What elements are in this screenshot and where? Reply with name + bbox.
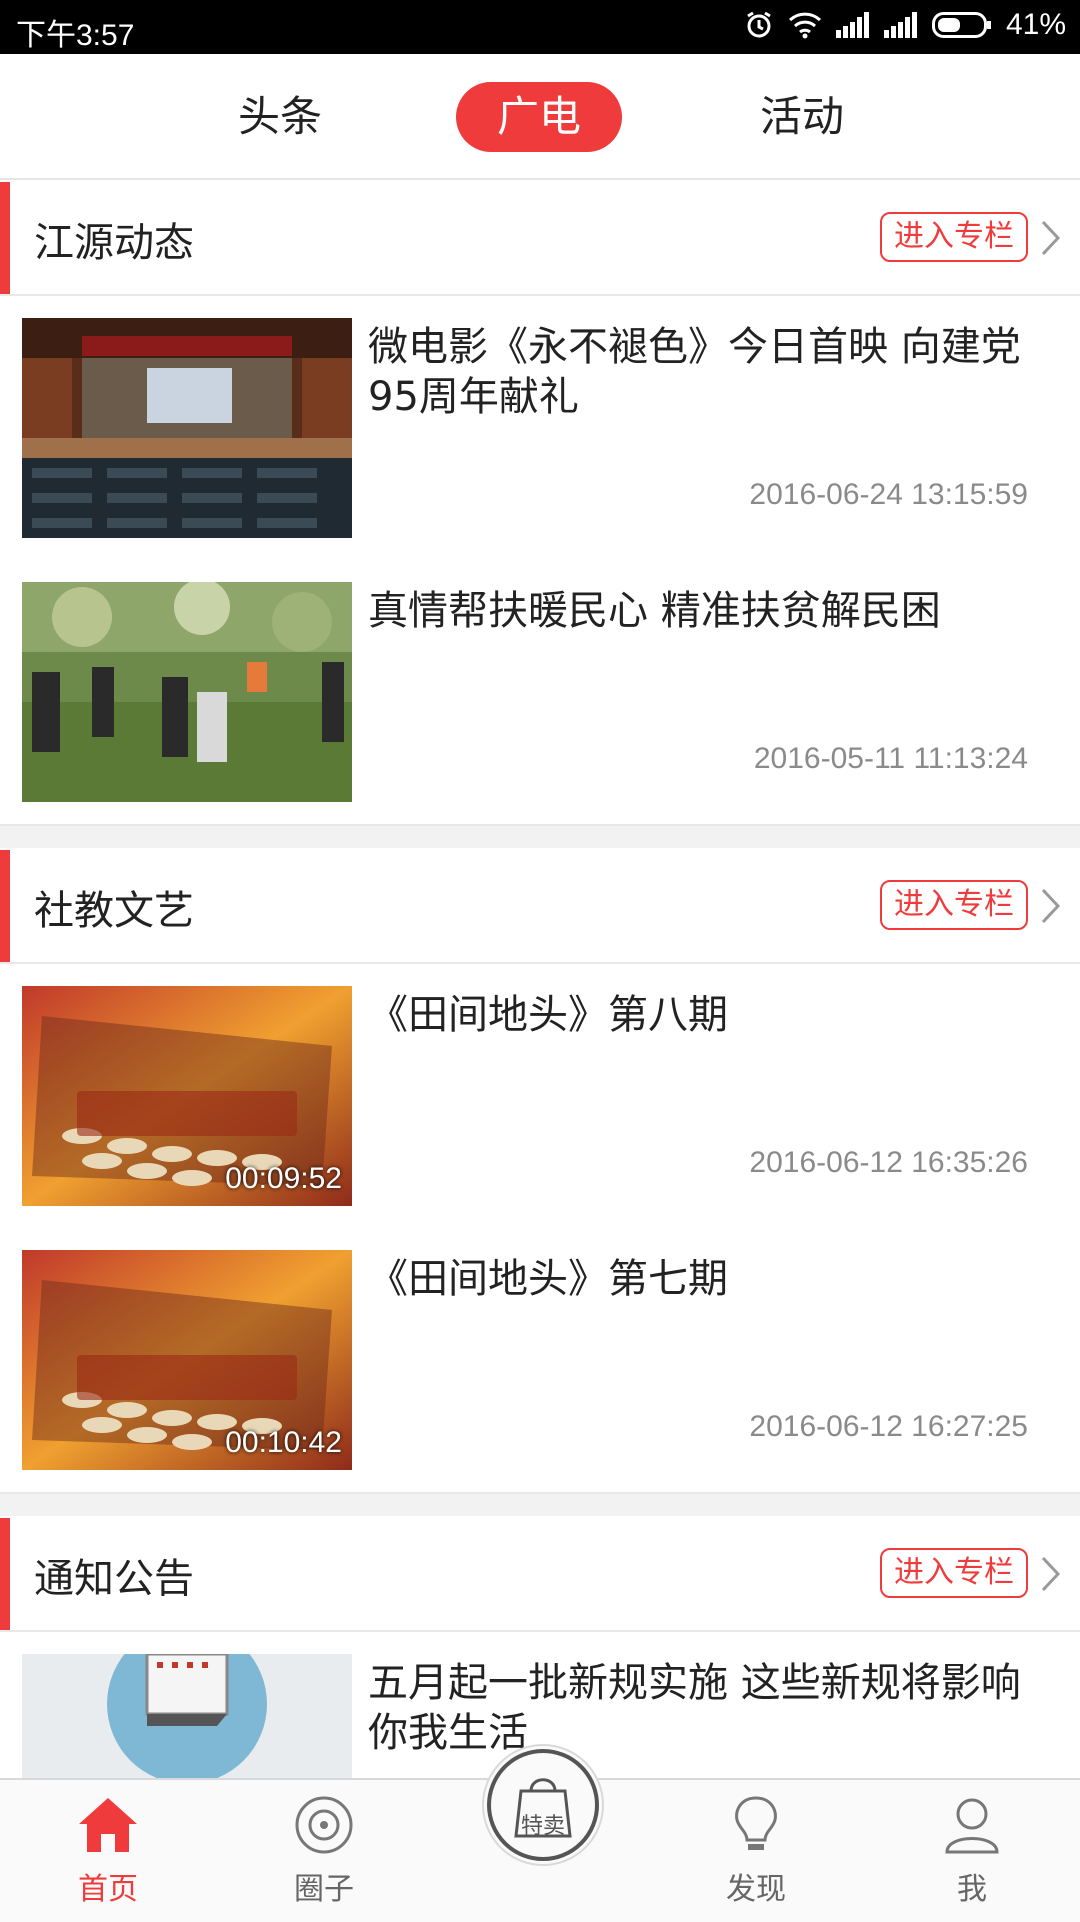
nav-label: 首页: [78, 1872, 138, 1907]
section-accent-bar: [0, 182, 10, 294]
nav-special-sale[interactable]: 特卖: [482, 1744, 604, 1866]
list-item[interactable]: 00:09:52 《田间地头》第八期 2016-06-12 16:35:26: [0, 964, 1080, 1230]
enter-column-button[interactable]: 进入专栏: [880, 1548, 1028, 1598]
nav-label: 发现: [726, 1872, 786, 1907]
video-duration: 00:10:42: [225, 1426, 342, 1459]
nav-me[interactable]: 我: [912, 1794, 1032, 1908]
item-headline: 真情帮扶暖民心 精准扶贫解民困: [368, 588, 941, 634]
enter-column-button[interactable]: 进入专栏: [880, 880, 1028, 930]
list-item[interactable]: 微电影《永不褪色》今日首映 向建党95周年献礼 2016-06-24 13:15…: [0, 296, 1080, 562]
special-sale-label: 特卖: [520, 1814, 565, 1839]
section-accent-bar: [0, 1518, 10, 1630]
thumbnail-image: [22, 1654, 352, 1778]
signal-icon: [835, 12, 870, 38]
chevron-right-icon[interactable]: [1038, 218, 1064, 262]
section-title: 通知公告: [34, 1556, 194, 1602]
section-title: 社教文艺: [34, 888, 194, 934]
top-tab-bar: 头条 广电 活动: [0, 54, 1080, 182]
signal-icon: [883, 12, 918, 38]
section-header-jiangyuan: 江源动态 进入专栏: [0, 180, 1080, 296]
item-headline: 《田间地头》第八期: [368, 992, 728, 1038]
video-duration: 00:09:52: [225, 1162, 342, 1195]
home-icon: [75, 1798, 141, 1860]
item-date: 2016-06-12 16:35:26: [749, 1146, 1028, 1179]
list-item[interactable]: 00:10:42 《田间地头》第七期 2016-06-12 16:27:25: [0, 1228, 1080, 1494]
item-headline: 五月起一批新规实施 这些新规将影响你我生活: [368, 1660, 1021, 1756]
section-header-culture: 社教文艺 进入专栏: [0, 848, 1080, 964]
video-thumbnail: 00:09:52: [22, 986, 352, 1206]
circle-icon: [291, 1796, 357, 1860]
chevron-right-icon[interactable]: [1038, 886, 1064, 930]
nav-home[interactable]: 首页: [48, 1794, 168, 1908]
lightbulb-icon: [723, 1796, 789, 1860]
tab-headlines[interactable]: 头条: [210, 82, 350, 152]
bottom-navigation: 首页 圈子 特卖 发现 我: [0, 1744, 1080, 1922]
thumbnail-image: [22, 582, 352, 802]
shopping-bag-icon: [484, 1749, 602, 1868]
enter-column-button[interactable]: 进入专栏: [880, 212, 1028, 262]
alarm-icon: [744, 10, 774, 40]
thumbnail-image: [22, 318, 352, 538]
status-bar: 下午3:57 41%: [0, 0, 1080, 54]
item-date: 2016-06-24 13:15:59: [749, 478, 1028, 511]
item-headline: 微电影《永不褪色》今日首映 向建党95周年献礼: [368, 324, 1021, 420]
tab-activities[interactable]: 活动: [732, 82, 872, 152]
nav-label: 我: [957, 1872, 987, 1907]
nav-circle[interactable]: 圈子: [264, 1794, 384, 1908]
tab-broadcast[interactable]: 广电: [456, 82, 622, 152]
item-date: 2016-06-12 16:27:25: [749, 1410, 1028, 1443]
chevron-right-icon[interactable]: [1038, 1554, 1064, 1598]
item-date: 2016-05-11 11:13:24: [753, 742, 1028, 775]
battery-icon: [931, 12, 992, 38]
section-title: 江源动态: [34, 220, 194, 266]
nav-discover[interactable]: 发现: [696, 1794, 816, 1908]
list-item[interactable]: 真情帮扶暖民心 精准扶贫解民困 2016-05-11 11:13:24: [0, 560, 1080, 826]
nav-label: 圈子: [294, 1872, 354, 1907]
wifi-icon: [788, 11, 822, 39]
item-headline: 《田间地头》第七期: [368, 1256, 728, 1302]
status-time: 下午3:57: [16, 19, 135, 52]
person-icon: [939, 1798, 1005, 1860]
battery-percent: 41%: [1005, 8, 1066, 41]
section-accent-bar: [0, 850, 10, 962]
video-thumbnail: 00:10:42: [22, 1250, 352, 1470]
section-header-notices: 通知公告 进入专栏: [0, 1516, 1080, 1632]
